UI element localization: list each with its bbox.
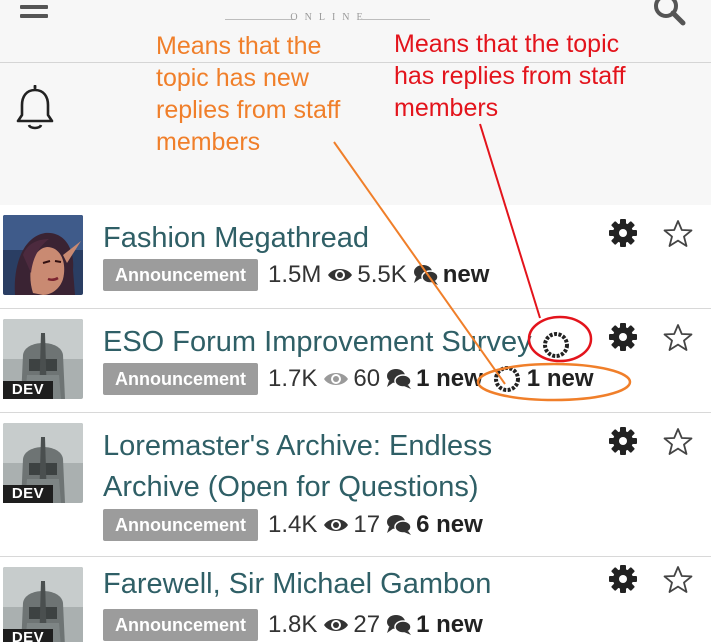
staff-new-replies-count[interactable]: 1 new xyxy=(527,365,594,393)
staff-new-reply-icon xyxy=(493,366,520,392)
topic-title[interactable]: Farewell, Sir Michael Gambon xyxy=(103,564,491,605)
dev-badge: DEV xyxy=(3,485,53,503)
elf-avatar[interactable] xyxy=(3,215,83,295)
chat-bubbles-icon xyxy=(387,369,412,389)
topic-title[interactable]: Loremaster's Archive: Endless Archive (O… xyxy=(103,426,492,508)
announcement-tag[interactable]: Announcement xyxy=(103,509,259,541)
topic-row[interactable]: DEV Farewell, Sir Michael Gambon Announc… xyxy=(0,557,711,642)
annotation-orange: Means that the topic has new replies fro… xyxy=(156,30,340,158)
topic-title[interactable]: ESO Forum Improvement Survey xyxy=(103,322,532,363)
eye-icon xyxy=(324,373,349,385)
staff-reply-icon xyxy=(543,332,569,358)
star-icon[interactable] xyxy=(663,427,693,457)
annotation-red: Means that the topic has replies from st… xyxy=(394,28,626,124)
view-count: 1.7K xyxy=(268,365,318,392)
topic-title-text[interactable]: Fashion Megathread xyxy=(103,222,369,254)
bell-icon[interactable] xyxy=(15,84,55,132)
new-replies-count[interactable]: new xyxy=(443,261,490,289)
announcement-tag[interactable]: Announcement xyxy=(103,363,259,395)
chat-bubbles-icon xyxy=(387,615,412,635)
star-icon[interactable] xyxy=(663,323,693,353)
gear-icon[interactable] xyxy=(608,426,638,456)
topic-meta: Announcement 1.8K 27 1 new xyxy=(103,608,483,642)
topic-title-text[interactable]: ESO Forum Improvement Survey xyxy=(103,326,532,358)
announcement-tag[interactable]: Announcement xyxy=(103,259,259,291)
new-replies-count[interactable]: 1 new xyxy=(416,365,483,393)
topic-row[interactable]: DEV ESO Forum Improvement Survey Announc… xyxy=(0,309,711,413)
comment-count: 60 xyxy=(353,365,381,392)
star-icon[interactable] xyxy=(663,219,693,249)
new-replies-count[interactable]: 1 new xyxy=(416,611,483,639)
view-count: 1.5M xyxy=(268,261,322,288)
announcement-tag[interactable]: Announcement xyxy=(103,609,259,641)
annotation-orange-line: replies from staff xyxy=(156,96,341,124)
gear-icon[interactable] xyxy=(608,564,638,594)
hamburger-menu-icon[interactable] xyxy=(20,0,48,24)
eye-icon xyxy=(324,519,349,531)
dev-badge: DEV xyxy=(3,629,53,642)
topic-title-text[interactable]: Farewell, Sir Michael Gambon xyxy=(103,568,491,600)
topic-meta: Announcement 1.4K 17 6 new xyxy=(103,508,483,542)
logo-divider-right xyxy=(360,19,430,20)
star-icon[interactable] xyxy=(663,565,693,595)
site-logo-text[interactable]: ONLINE xyxy=(215,12,445,28)
chat-bubbles-icon xyxy=(413,265,439,285)
annotation-red-line: members xyxy=(394,94,499,122)
annotation-red-line: has replies from staff xyxy=(394,62,626,90)
topic-title[interactable]: Fashion Megathread xyxy=(103,218,369,259)
comment-count: 27 xyxy=(353,611,381,638)
new-replies-count[interactable]: 6 new xyxy=(416,511,483,539)
chat-bubbles-icon xyxy=(387,515,412,535)
topic-meta: Announcement 1.5M 5.5K new xyxy=(103,258,489,292)
topic-title-line[interactable]: Archive (Open for Questions) xyxy=(103,467,492,508)
page: ONLINE Means that the topic has new repl… xyxy=(0,0,711,642)
eye-icon xyxy=(324,619,349,631)
dev-badge: DEV xyxy=(3,381,53,399)
topic-row[interactable]: Fashion Megathread Announcement 1.5M 5.5… xyxy=(0,205,711,309)
gear-icon[interactable] xyxy=(608,322,638,352)
annotation-orange-line: topic has new xyxy=(156,64,309,92)
annotation-orange-line: Means that the xyxy=(156,32,322,60)
topic-row[interactable]: DEV Loremaster's Archive: Endless Archiv… xyxy=(0,413,711,557)
annotation-orange-line: members xyxy=(156,128,261,156)
comment-count: 5.5K xyxy=(357,261,407,288)
view-count: 1.4K xyxy=(268,511,318,538)
gear-icon[interactable] xyxy=(608,218,638,248)
eye-icon xyxy=(328,269,353,281)
topic-meta: Announcement 1.7K 60 1 new 1 new xyxy=(103,362,594,396)
view-count: 1.8K xyxy=(268,611,318,638)
search-icon[interactable] xyxy=(652,0,686,26)
annotation-red-line: Means that the topic xyxy=(394,30,620,58)
comment-count: 17 xyxy=(353,511,381,538)
topic-title-line[interactable]: Loremaster's Archive: Endless xyxy=(103,426,492,467)
